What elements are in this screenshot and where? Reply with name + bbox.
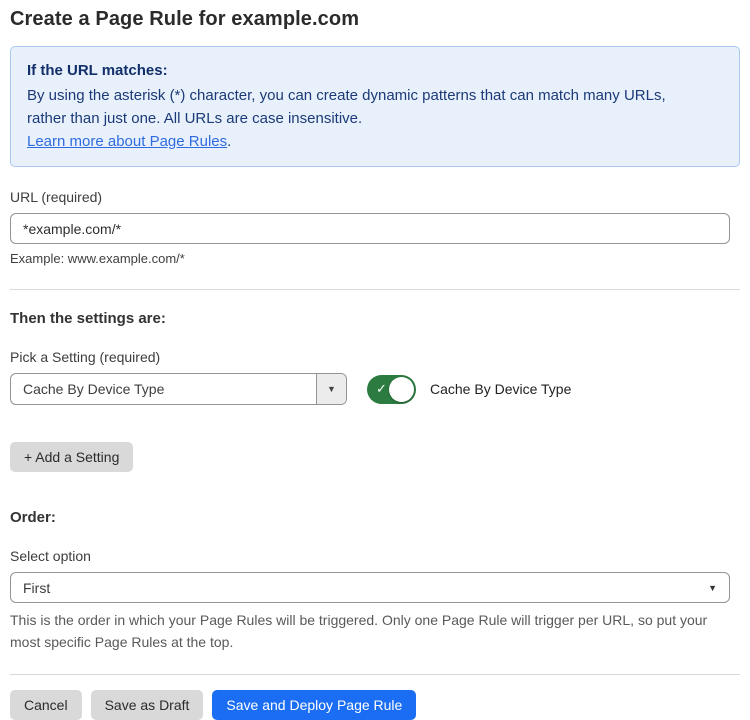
link-suffix: . bbox=[227, 133, 231, 150]
save-draft-button[interactable]: Save as Draft bbox=[91, 690, 204, 720]
toggle-knob bbox=[389, 377, 414, 402]
order-select[interactable]: First ▼ bbox=[10, 572, 730, 603]
order-select-label: Select option bbox=[10, 548, 740, 564]
url-field-label: URL (required) bbox=[10, 189, 740, 205]
order-select-value: First bbox=[23, 580, 50, 596]
cancel-button[interactable]: Cancel bbox=[10, 690, 82, 720]
order-helper-text: This is the order in which your Page Rul… bbox=[10, 609, 732, 653]
order-section-heading: Order: bbox=[10, 509, 740, 526]
page-title: Create a Page Rule for example.com bbox=[10, 8, 740, 31]
footer-actions: Cancel Save as Draft Save and Deploy Pag… bbox=[10, 690, 740, 720]
learn-more-link[interactable]: Learn more about Page Rules bbox=[27, 133, 227, 150]
add-setting-button[interactable]: + Add a Setting bbox=[10, 442, 133, 472]
setting-row: Cache By Device Type ▼ ✓ Cache By Device… bbox=[10, 373, 740, 405]
url-example-helper: Example: www.example.com/* bbox=[10, 251, 740, 266]
save-deploy-button[interactable]: Save and Deploy Page Rule bbox=[212, 690, 416, 720]
info-box-heading: If the URL matches: bbox=[27, 59, 723, 82]
chevron-down-icon: ▼ bbox=[708, 583, 717, 593]
toggle-label: Cache By Device Type bbox=[430, 381, 571, 397]
section-divider bbox=[10, 289, 740, 290]
info-box-body: By using the asterisk (*) character, you… bbox=[27, 84, 707, 130]
setting-select[interactable]: Cache By Device Type ▼ bbox=[10, 373, 347, 405]
footer-divider bbox=[10, 674, 740, 675]
info-box-link-line: Learn more about Page Rules. bbox=[27, 130, 723, 153]
chevron-down-icon: ▼ bbox=[327, 384, 336, 394]
check-icon: ✓ bbox=[376, 381, 387, 397]
setting-select-arrow-button[interactable]: ▼ bbox=[316, 374, 346, 404]
cache-device-type-toggle[interactable]: ✓ bbox=[367, 375, 416, 404]
pick-setting-label: Pick a Setting (required) bbox=[10, 349, 740, 365]
setting-select-value: Cache By Device Type bbox=[11, 374, 316, 404]
settings-section-heading: Then the settings are: bbox=[10, 310, 740, 327]
url-match-info-box: If the URL matches: By using the asteris… bbox=[10, 46, 740, 167]
url-input[interactable] bbox=[10, 213, 730, 244]
page-rule-form: Create a Page Rule for example.com If th… bbox=[0, 0, 750, 720]
